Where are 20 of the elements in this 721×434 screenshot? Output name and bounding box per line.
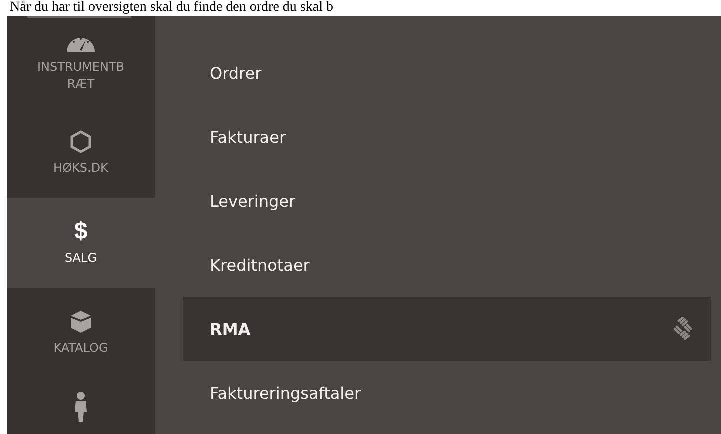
box-icon (69, 310, 93, 334)
sidebar-item[interactable]: KATALOG (7, 288, 155, 378)
hexagon-icon (70, 130, 92, 154)
sidebar-item[interactable]: HØKS.DK (7, 108, 155, 198)
menu-item[interactable]: Fakturaer (183, 105, 711, 169)
caption-text: Når du har til oversigten skal du finde den ordre du skal b (9, 0, 334, 16)
menu-item[interactable]: Faktureringsaftaler (183, 361, 711, 425)
sidebar-item[interactable]: INSTRUMENTB RÆT (7, 18, 155, 108)
person-icon (74, 392, 88, 422)
dollar-icon: $ (74, 220, 88, 244)
menu-item[interactable]: Kreditnotaer (183, 233, 711, 297)
menu-item[interactable]: RMA (183, 297, 711, 361)
sidebar-item[interactable]: $ SALG (7, 198, 155, 288)
sidebar-label: HØKS.DK (52, 160, 110, 176)
sidebar-label: INSTRUMENTB RÆT (36, 59, 126, 93)
menu-item[interactable]: Ordrer (183, 41, 711, 105)
menu-item[interactable]: Leveringer (183, 169, 711, 233)
grip-icon (671, 317, 695, 341)
sidebar-label: SALG (64, 250, 98, 266)
sidebar-label: KATALOG (52, 340, 110, 356)
